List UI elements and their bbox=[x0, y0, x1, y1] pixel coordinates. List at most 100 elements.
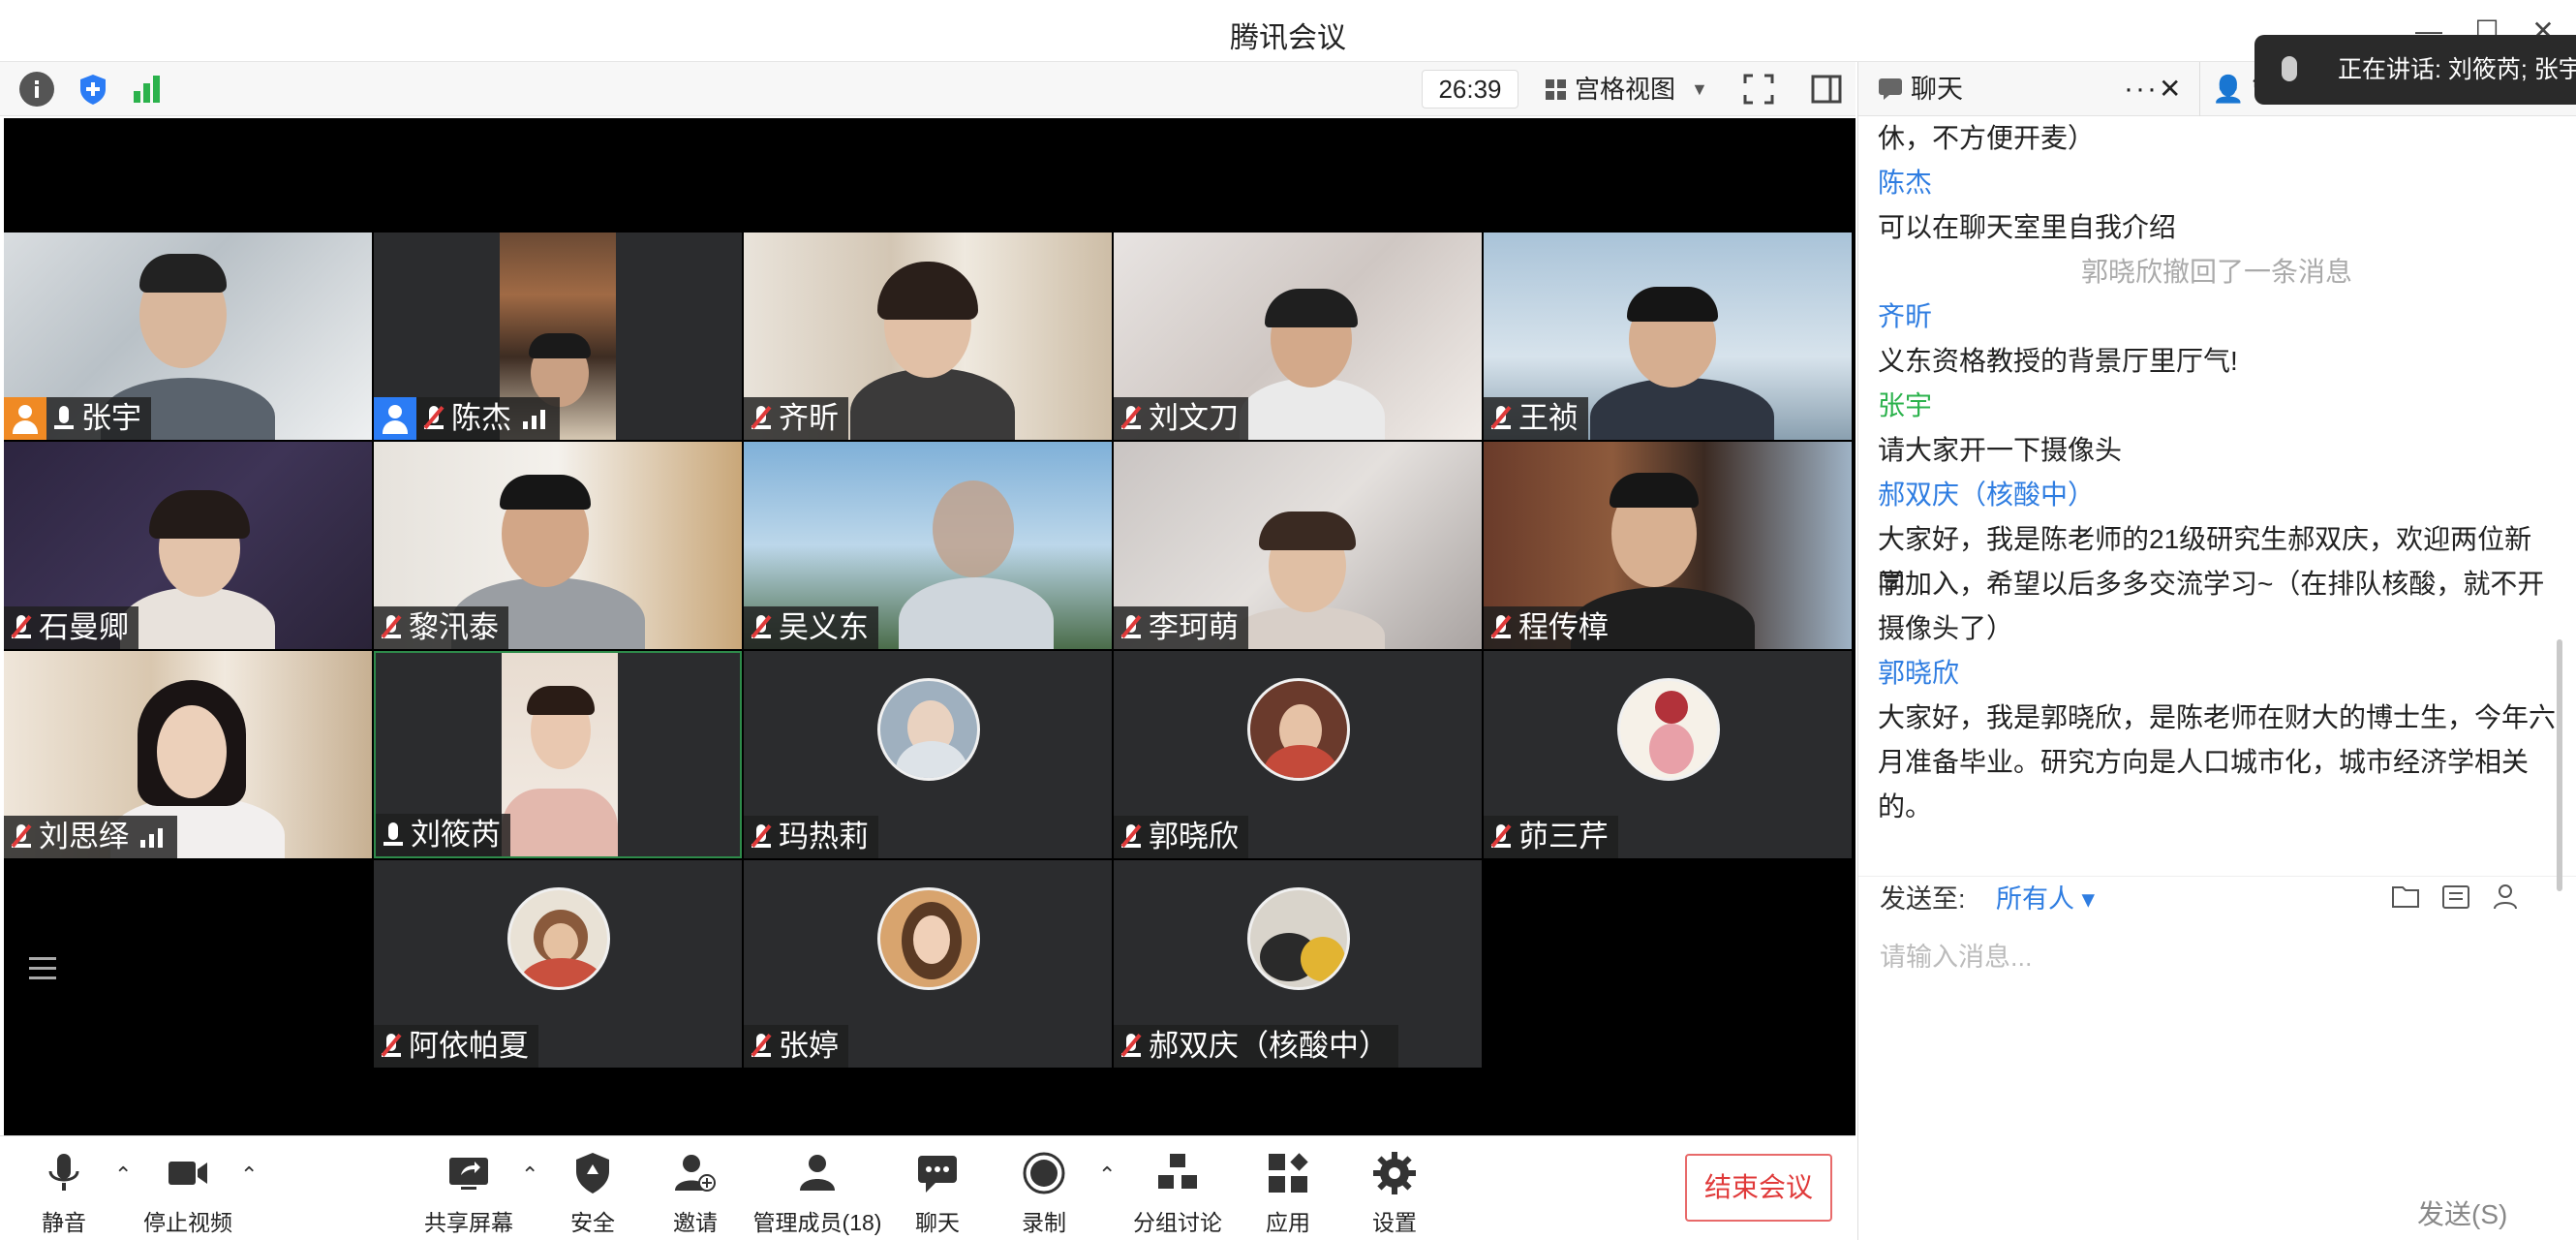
chat-sender[interactable]: 齐昕 bbox=[1878, 294, 2556, 339]
participant-list-icon[interactable] bbox=[23, 949, 62, 988]
video-tile[interactable]: 刘文刀 bbox=[1114, 232, 1482, 440]
manage-members-label: 管理成员(18) bbox=[752, 1210, 882, 1235]
video-tile[interactable]: 郝双庆（核酸中） bbox=[1114, 860, 1482, 1068]
more-icon[interactable]: ··· bbox=[2124, 62, 2159, 116]
video-tile[interactable]: 刘思绎 bbox=[4, 651, 372, 858]
video-tile[interactable]: 齐昕 bbox=[744, 232, 1112, 440]
view-mode-button[interactable]: 宫格视图 ▼ bbox=[1536, 70, 1718, 108]
participant-name: 程传樟 bbox=[1518, 610, 1609, 644]
participant-name: 阿依帕夏 bbox=[409, 1029, 529, 1063]
chat-sender[interactable]: 郭晓欣 bbox=[1878, 651, 2556, 696]
toggle-sidebar-icon[interactable] bbox=[1809, 72, 1844, 107]
participant-name: 王祯 bbox=[1518, 401, 1579, 435]
chat-sender[interactable]: 张宇 bbox=[1878, 384, 2556, 428]
manage-members-button[interactable]: 管理成员(18) bbox=[751, 1136, 883, 1240]
mic-muted-icon bbox=[10, 613, 33, 642]
share-screen-button[interactable]: 共享屏幕 bbox=[420, 1136, 517, 1240]
chat-icon bbox=[1879, 78, 1902, 100]
settings-button[interactable]: 设置 bbox=[1356, 1136, 1433, 1240]
mic-muted-icon bbox=[1489, 822, 1513, 852]
invite-button[interactable]: 邀请 bbox=[657, 1136, 734, 1240]
video-grid: 张宇 陈杰 齐昕 刘文刀 王祯 石曼卿 黎汛泰 吴义东 李珂萌 程传樟 刘思绎 … bbox=[4, 118, 1855, 1135]
video-tile[interactable]: 吴义东 bbox=[744, 442, 1112, 649]
user-settings-icon[interactable] bbox=[2492, 882, 2525, 911]
send-to-dropdown[interactable]: 所有人 ▾ bbox=[1996, 878, 2095, 915]
participant-nametag: 黎汛泰 bbox=[374, 606, 508, 649]
video-tile[interactable]: 阿依帕夏 bbox=[374, 860, 742, 1068]
message-input[interactable]: 请输入消息... bbox=[1858, 922, 2576, 1145]
mic-muted-icon bbox=[1119, 613, 1143, 642]
video-tile[interactable]: 程传樟 bbox=[1484, 442, 1852, 649]
chevron-up-icon[interactable]: ⌃ bbox=[240, 1164, 260, 1186]
invite-label: 邀请 bbox=[673, 1210, 718, 1235]
participant-nametag: 玛热莉 bbox=[744, 816, 878, 858]
signal-icon bbox=[138, 822, 168, 852]
send-to-label: 发送至: bbox=[1880, 884, 1966, 914]
folder-icon[interactable] bbox=[2391, 882, 2424, 911]
breakout-button[interactable]: 分组讨论 bbox=[1129, 1136, 1226, 1240]
chat-button[interactable]: 聊天 bbox=[899, 1136, 976, 1240]
mic-muted-icon bbox=[750, 822, 773, 852]
shield-icon[interactable] bbox=[76, 72, 110, 107]
video-tile-active-speaker[interactable]: 刘筱芮 bbox=[374, 651, 742, 858]
record-icon bbox=[1023, 1152, 1065, 1194]
mic-muted-icon bbox=[1119, 822, 1143, 852]
participant-nametag: 齐昕 bbox=[744, 397, 848, 440]
chat-text: 摄像头了） bbox=[1878, 613, 2014, 643]
apps-button[interactable]: 应用 bbox=[1249, 1136, 1327, 1240]
participant-nametag: 郭晓欣 bbox=[1114, 816, 1248, 858]
avatar bbox=[877, 887, 980, 990]
meeting-info-bar: 26:39 宫格视图 ▼ bbox=[0, 62, 1855, 116]
mic-muted-icon bbox=[1119, 404, 1143, 433]
signal-strength-icon[interactable] bbox=[130, 72, 165, 107]
tab-chat-label: 聊天 bbox=[1911, 75, 1963, 104]
mic-muted-icon bbox=[750, 404, 773, 433]
chevron-up-icon[interactable]: ⌃ bbox=[1098, 1164, 1118, 1186]
chat-text: 的。 bbox=[1878, 791, 1933, 822]
chat-sender[interactable]: 陈杰 bbox=[1878, 161, 2556, 205]
security-button[interactable]: 安全 bbox=[554, 1136, 631, 1240]
chat-icon bbox=[918, 1156, 957, 1193]
camera-icon bbox=[169, 1162, 207, 1185]
mic-muted-icon bbox=[422, 404, 445, 433]
video-tile[interactable]: 石曼卿 bbox=[4, 442, 372, 649]
chat-panel: 聊天 ··· ✕ 👤 管 休，不方便开麦） 陈杰 可以在聊天室里自我介绍 郭晓欣… bbox=[1857, 62, 2576, 1240]
participant-name: 石曼卿 bbox=[39, 610, 129, 644]
end-meeting-button[interactable]: 结束会议 bbox=[1685, 1154, 1832, 1222]
chat-scrollbar[interactable] bbox=[2557, 639, 2562, 891]
chevron-up-icon[interactable]: ⌃ bbox=[521, 1164, 540, 1186]
announcement-icon[interactable] bbox=[2439, 882, 2472, 911]
participant-nametag: 刘筱芮 bbox=[376, 814, 510, 856]
participant-nametag: 张婷 bbox=[744, 1025, 848, 1068]
participant-name: 刘思绎 bbox=[39, 820, 129, 853]
security-label: 安全 bbox=[570, 1210, 615, 1235]
microphone-icon bbox=[48, 1154, 79, 1191]
participant-nametag: 陈杰 bbox=[374, 397, 560, 440]
close-chat-icon[interactable]: ✕ bbox=[2159, 62, 2181, 116]
chat-text: 请大家开一下摄像头 bbox=[1878, 435, 2123, 465]
participant-nametag: 刘文刀 bbox=[1114, 397, 1248, 440]
chat-sender[interactable]: 郝双庆（核酸中） bbox=[1878, 473, 2556, 517]
stop-video-button[interactable]: 停止视频 bbox=[139, 1136, 236, 1240]
video-tile[interactable]: 张婷 bbox=[744, 860, 1112, 1068]
window-title: 腾讯会议 bbox=[1230, 22, 1346, 54]
participant-nametag: 石曼卿 bbox=[4, 606, 138, 649]
participant-name: 郭晓欣 bbox=[1149, 820, 1239, 853]
send-button[interactable]: 发送(S) bbox=[2417, 1194, 2507, 1232]
video-tile[interactable]: 郭晓欣 bbox=[1114, 651, 1482, 858]
fullscreen-icon[interactable] bbox=[1741, 72, 1776, 107]
video-tile[interactable]: 陈杰 bbox=[374, 232, 742, 440]
mute-button[interactable]: 静音 bbox=[25, 1136, 103, 1240]
record-button[interactable]: 录制 bbox=[1005, 1136, 1083, 1240]
participant-name: 吴义东 bbox=[779, 610, 869, 644]
video-tile[interactable]: 茆三芹 bbox=[1484, 651, 1852, 858]
video-tile[interactable]: 张宇 bbox=[4, 232, 372, 440]
info-icon[interactable] bbox=[19, 72, 54, 107]
participant-name: 刘文刀 bbox=[1149, 401, 1239, 435]
video-tile[interactable]: 黎汛泰 bbox=[374, 442, 742, 649]
video-tile[interactable]: 王祯 bbox=[1484, 232, 1852, 440]
message-input-placeholder: 请输入消息... bbox=[1880, 943, 2033, 972]
video-tile[interactable]: 李珂萌 bbox=[1114, 442, 1482, 649]
video-tile[interactable]: 玛热莉 bbox=[744, 651, 1112, 858]
chevron-up-icon[interactable]: ⌃ bbox=[114, 1164, 134, 1186]
